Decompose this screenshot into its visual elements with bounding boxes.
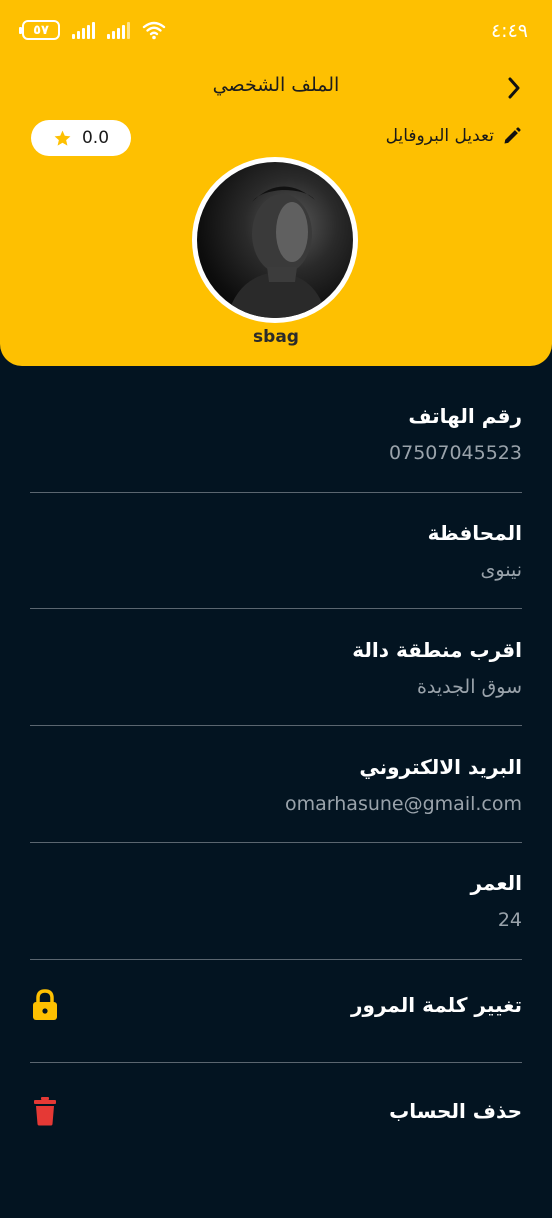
- trash-icon: [30, 1095, 60, 1127]
- star-icon: [54, 130, 71, 146]
- edit-profile-button[interactable]: تعديل البروفايل: [386, 126, 522, 146]
- page-title: الملف الشخصي: [212, 74, 340, 96]
- change-password-button[interactable]: تغيير كلمة المرور: [30, 980, 522, 1030]
- field-label: العمر: [470, 871, 522, 895]
- status-indicators: ٥٧: [19, 20, 166, 40]
- delete-account-button[interactable]: حذف الحساب: [30, 1086, 522, 1136]
- battery-icon: ٥٧: [19, 20, 60, 40]
- battery-level: ٥٧: [33, 22, 49, 38]
- field-value: سوق الجديدة: [416, 676, 522, 698]
- field-label: البريد الالكتروني: [359, 755, 522, 779]
- field-landmark: اقرب منطقة دالة سوق الجديدة: [30, 638, 522, 698]
- field-governorate: المحافظة نينوى: [30, 521, 522, 581]
- change-password-label: تغيير كلمة المرور: [351, 993, 522, 1017]
- field-phone: رقم الهاتف 07507045523: [30, 404, 522, 464]
- status-time: ٤:٤٩: [490, 20, 528, 42]
- field-label: اقرب منطقة دالة: [352, 638, 522, 662]
- chevron-right-icon: [508, 77, 520, 99]
- profile-screen: ٥٧ ٤:٤٩ الملف الشخصي 0.0 تعديل البروفايل…: [0, 0, 552, 1218]
- signal-icon-2: [107, 21, 130, 39]
- top-bar: الملف الشخصي: [0, 70, 552, 106]
- divider: [30, 959, 522, 960]
- field-value: 24: [497, 909, 522, 931]
- person-portrait-icon: [227, 186, 327, 318]
- field-label: رقم الهاتف: [408, 404, 522, 428]
- field-email: البريد الالكتروني omarhasune@gmail.com: [30, 755, 522, 815]
- edit-profile-label: تعديل البروفايل: [385, 126, 494, 146]
- field-age: العمر 24: [30, 871, 522, 931]
- divider: [30, 492, 522, 493]
- pencil-icon: [504, 127, 521, 144]
- delete-account-label: حذف الحساب: [389, 1099, 522, 1123]
- back-button[interactable]: [500, 74, 528, 102]
- signal-icon: [72, 21, 95, 39]
- field-value: omarhasune@gmail.com: [285, 793, 522, 815]
- divider: [30, 1062, 522, 1063]
- status-bar: ٥٧ ٤:٤٩: [0, 0, 552, 64]
- avatar-image: [197, 162, 353, 318]
- lock-icon: [30, 989, 60, 1021]
- wifi-icon: [142, 21, 166, 40]
- field-value: نينوى: [480, 559, 522, 581]
- field-label: المحافظة: [427, 521, 522, 545]
- divider: [30, 608, 522, 609]
- divider: [30, 725, 522, 726]
- avatar[interactable]: [192, 157, 358, 323]
- divider: [30, 842, 522, 843]
- rating-value: 0.0: [81, 128, 110, 148]
- field-value: 07507045523: [389, 442, 522, 464]
- username: sbag: [253, 327, 299, 347]
- profile-header: ٥٧ ٤:٤٩ الملف الشخصي 0.0 تعديل البروفايل…: [0, 0, 552, 366]
- rating-badge: 0.0: [31, 120, 131, 156]
